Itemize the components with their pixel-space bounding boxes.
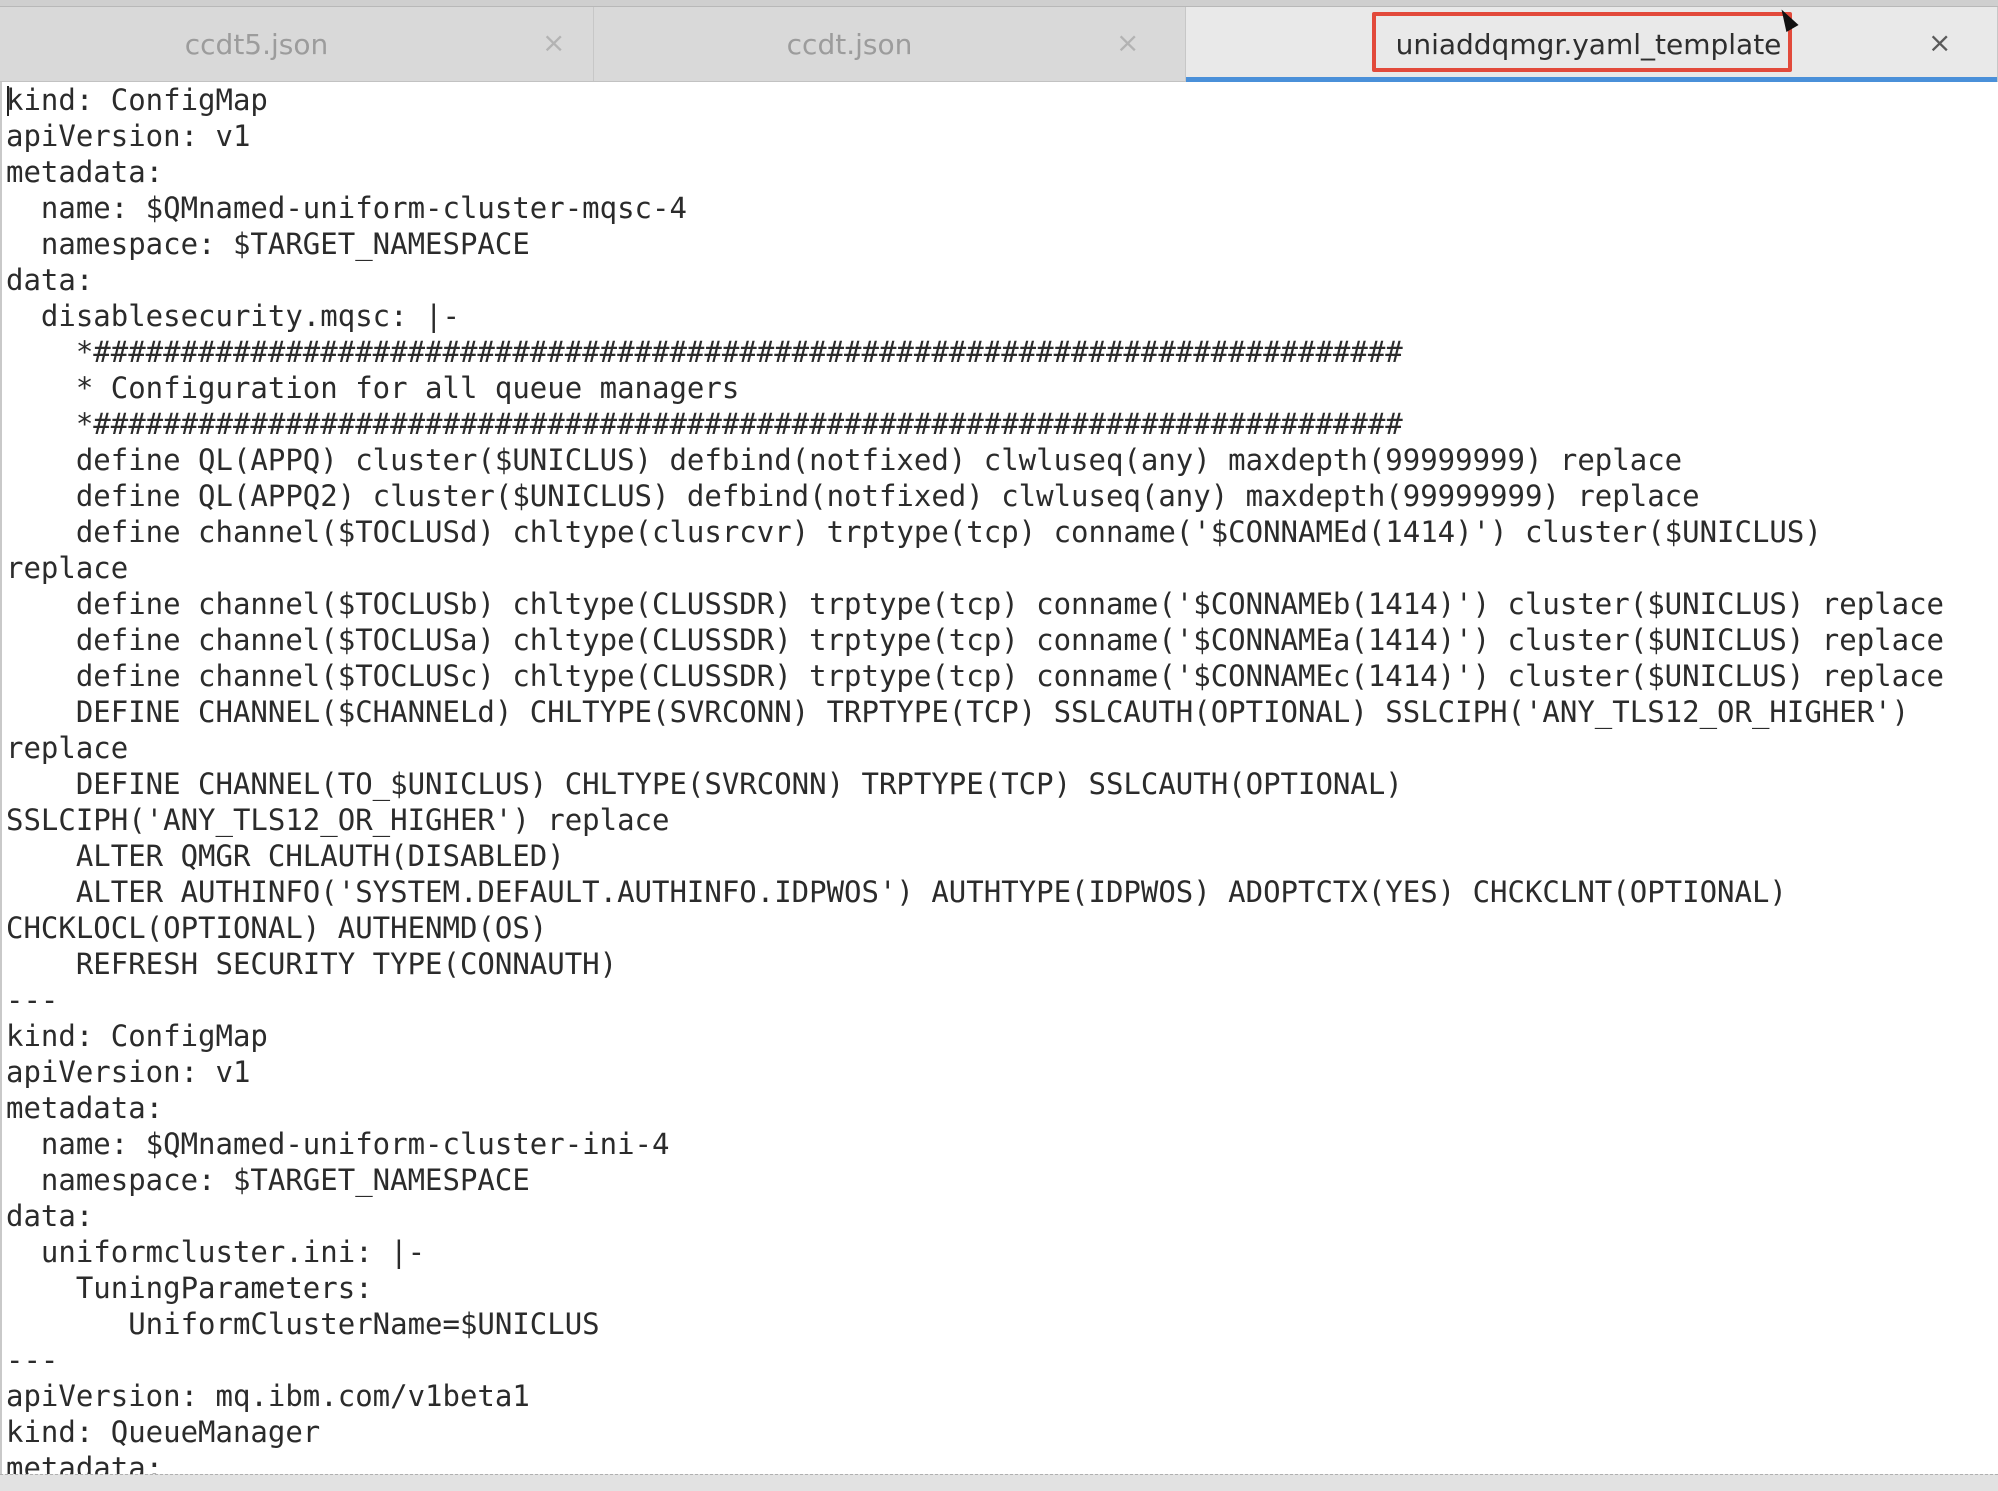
code-line: namespace: $TARGET_NAMESPACE — [6, 1163, 530, 1197]
code-line: define channel($TOCLUSa) chltype(CLUSSDR… — [6, 623, 1945, 657]
code-line: replace — [6, 731, 129, 765]
editor-bottom-edge — [0, 1474, 1998, 1491]
code-line: define channel($TOCLUSc) chltype(CLUSSDR… — [6, 659, 1945, 693]
code-line: metadata: — [6, 1091, 164, 1125]
code-line: data: — [6, 263, 94, 297]
code-line: SSLCIPH('ANY_TLS12_OR_HIGHER') replace — [6, 803, 670, 837]
code-line: uniformcluster.ini: |- — [6, 1235, 426, 1269]
text-editor[interactable]: kind: ConfigMap apiVersion: v1 metadata:… — [0, 82, 1998, 1474]
tab-label: ccdt5.json — [184, 27, 329, 61]
code-line: kind: QueueManager — [6, 1415, 321, 1449]
code-line: define channel($TOCLUSd) chltype(clusrcv… — [6, 515, 1822, 549]
code-line: define QL(APPQ) cluster($UNICLUS) defbin… — [6, 443, 1683, 477]
code-line: name: $QMnamed-uniform-cluster-ini-4 — [6, 1127, 670, 1161]
code-line: ALTER QMGR CHLAUTH(DISABLED) — [6, 839, 565, 873]
tab-label: ccdt.json — [786, 27, 913, 61]
code-line: kind: ConfigMap — [6, 83, 268, 117]
code-line: REFRESH SECURITY TYPE(CONNAUTH) — [6, 947, 618, 981]
code-line: data: — [6, 1199, 94, 1233]
code-line: TuningParameters: — [6, 1271, 373, 1305]
code-line: apiVersion: v1 — [6, 1055, 251, 1089]
code-line: --- — [6, 1343, 59, 1377]
code-line: kind: ConfigMap — [6, 1019, 268, 1053]
code-content: kind: ConfigMap apiVersion: v1 metadata:… — [6, 82, 1944, 1474]
close-icon[interactable]: × — [542, 25, 565, 61]
tab-ccdt5-json[interactable]: ccdt5.json × — [0, 7, 594, 81]
code-line: metadata: — [6, 155, 164, 189]
code-line: *#######################################… — [6, 407, 1403, 441]
tab-ccdt-json[interactable]: ccdt.json × — [594, 7, 1186, 81]
code-line: metadata: — [6, 1451, 164, 1474]
code-line: DEFINE CHANNEL(TO_$UNICLUS) CHLTYPE(SVRC… — [6, 767, 1403, 801]
code-line: ALTER AUTHINFO('SYSTEM.DEFAULT.AUTHINFO.… — [6, 875, 1787, 909]
tab-highlight-annotation — [1372, 12, 1792, 72]
code-line: define channel($TOCLUSb) chltype(CLUSSDR… — [6, 587, 1945, 621]
code-line: * Configuration for all queue managers — [6, 371, 740, 405]
code-line: apiVersion: v1 — [6, 119, 251, 153]
code-line: namespace: $TARGET_NAMESPACE — [6, 227, 530, 261]
tab-bar: ccdt5.json × ccdt.json × uniaddqmgr.yaml… — [0, 7, 1998, 82]
close-icon[interactable]: × — [1928, 25, 1951, 61]
code-line: --- — [6, 983, 59, 1017]
code-line: define QL(APPQ2) cluster($UNICLUS) defbi… — [6, 479, 1700, 513]
code-line: CHCKLOCL(OPTIONAL) AUTHENMD(OS) — [6, 911, 548, 945]
window-top-edge — [0, 0, 1998, 7]
code-line: replace — [6, 551, 129, 585]
code-line: *#######################################… — [6, 335, 1403, 369]
code-line: UniformClusterName=$UNICLUS — [6, 1307, 600, 1341]
code-line: disablesecurity.mqsc: |- — [6, 299, 460, 333]
code-line: DEFINE CHANNEL($CHANNELd) CHLTYPE(SVRCON… — [6, 695, 1910, 729]
code-line: apiVersion: mq.ibm.com/v1beta1 — [6, 1379, 530, 1413]
close-icon[interactable]: × — [1116, 25, 1139, 61]
code-line: name: $QMnamed-uniform-cluster-mqsc-4 — [6, 191, 687, 225]
